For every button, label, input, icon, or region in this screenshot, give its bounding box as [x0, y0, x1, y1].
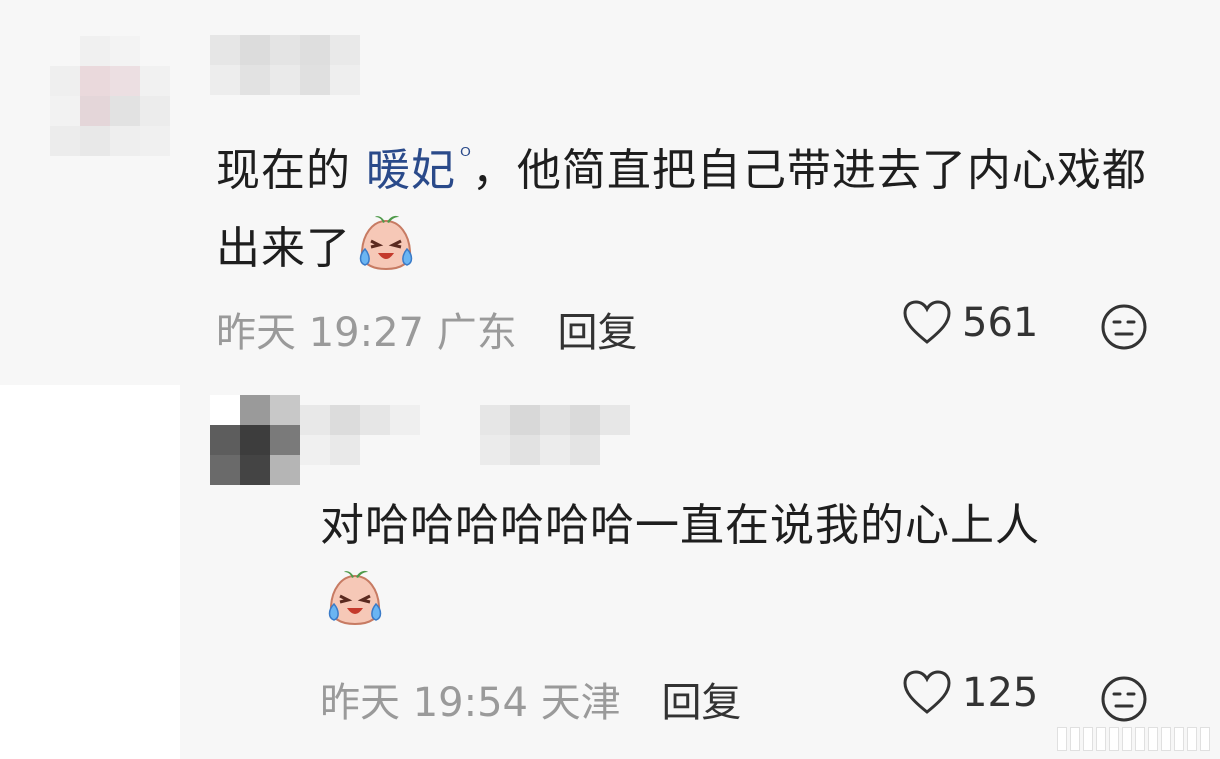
comment-text-part: 对哈哈哈哈哈哈一直在说我的心上人 [320, 500, 1040, 551]
comment-text: 对哈哈哈哈哈哈一直在说我的心上人 [320, 487, 1200, 643]
username[interactable] [300, 395, 630, 475]
heart-icon [903, 670, 951, 714]
dislike-face-icon[interactable] [1100, 303, 1148, 351]
comment-card: 现在的 暖妃 ᴼ，他简直把自己带进去了内心戏都出来了 昨天 19:27 广东 回复… [0, 0, 1220, 385]
laugh-cry-emoji-icon [359, 215, 413, 271]
reply-button[interactable]: 回复 [557, 310, 637, 356]
comment-text: 现在的 暖妃 ᴼ，他简直把自己带进去了内心戏都出来了 [216, 118, 1166, 288]
heart-icon [903, 300, 951, 344]
watermark [1057, 727, 1210, 751]
timestamp: 昨天 19:27 [216, 310, 424, 356]
location: 广东 [436, 310, 517, 356]
avatar[interactable] [50, 36, 200, 186]
like-count: 125 [962, 670, 1039, 716]
comment-text-part: 现在的 [216, 145, 366, 196]
mention-label: 暖妃 [366, 145, 456, 196]
laugh-cry-emoji-icon [328, 570, 382, 626]
avatar[interactable] [210, 395, 300, 490]
reply-button[interactable]: 回复 [661, 680, 741, 726]
mention-link[interactable]: 暖妃 ᴼ [366, 144, 472, 196]
comment-meta: 昨天 19:54 天津 回复 [320, 670, 741, 728]
like-count: 561 [962, 300, 1039, 346]
dislike-face-icon[interactable] [1100, 675, 1148, 723]
location: 天津 [540, 680, 621, 726]
search-icon: ᴼ [460, 144, 472, 169]
reply-card: 对哈哈哈哈哈哈一直在说我的心上人 昨天 19:54 天津 回复 125 [180, 385, 1220, 759]
username[interactable] [210, 35, 360, 95]
like-button[interactable]: 125 [902, 670, 1038, 716]
like-button[interactable]: 561 [902, 300, 1038, 346]
timestamp: 昨天 19:54 [320, 680, 528, 726]
comment-meta: 昨天 19:27 广东 回复 [216, 300, 637, 358]
